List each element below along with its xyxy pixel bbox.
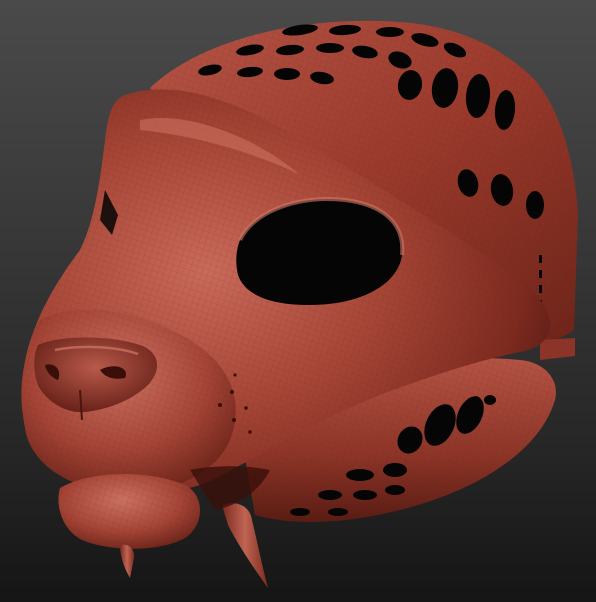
side-connector <box>540 338 575 360</box>
3d-viewport[interactable] <box>0 0 596 602</box>
fang-short <box>120 544 135 578</box>
mask-render <box>21 20 578 588</box>
